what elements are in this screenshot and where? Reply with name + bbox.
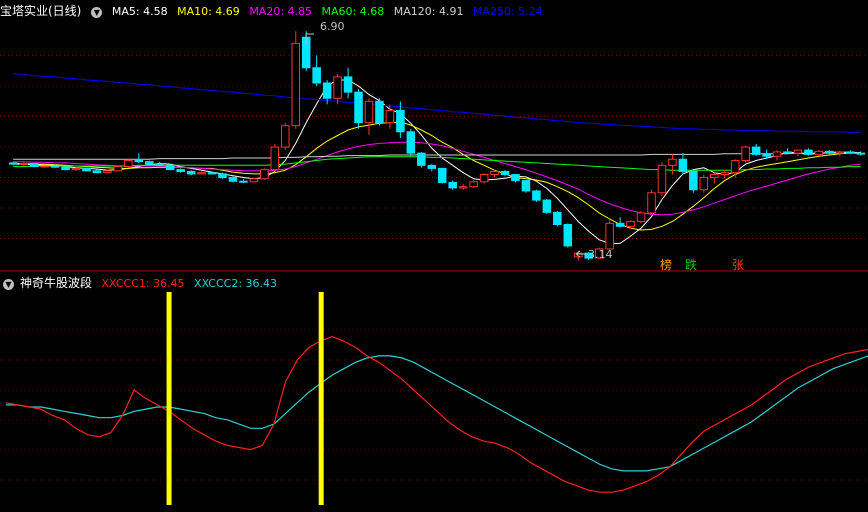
candlestick bbox=[92, 169, 102, 174]
candlestick bbox=[281, 122, 290, 151]
ma-line-ma250 bbox=[13, 73, 861, 133]
candlestick bbox=[563, 223, 573, 248]
signal-bar bbox=[318, 292, 324, 505]
candlestick bbox=[144, 160, 154, 166]
ma-line-ma10 bbox=[13, 121, 861, 231]
ma120-label: MA120: 4.91 bbox=[393, 5, 464, 18]
candlestick bbox=[165, 164, 175, 171]
kline-chart-canvas[interactable]: 6.90 3.14 bbox=[0, 0, 868, 512]
candlestick bbox=[793, 149, 803, 157]
candlestick bbox=[61, 166, 70, 171]
xxccc2-label: XXCCC2: 36.43 bbox=[194, 277, 278, 290]
candlestick bbox=[218, 172, 227, 179]
candlestick bbox=[82, 167, 91, 172]
moving-average-lines bbox=[13, 73, 861, 244]
ma250-label: MA250: 5.24 bbox=[472, 5, 543, 18]
candlestick bbox=[19, 162, 28, 166]
candlestick bbox=[291, 31, 301, 129]
candlestick bbox=[448, 180, 457, 190]
xxccc1-label: XXCCC1: 36.45 bbox=[101, 277, 185, 290]
candlestick bbox=[615, 217, 625, 228]
chevron-down-icon[interactable]: ▼ bbox=[3, 278, 14, 290]
candlestick bbox=[124, 159, 133, 168]
candlestick bbox=[406, 128, 416, 157]
candlestick bbox=[364, 98, 374, 135]
ma10-label: MA10: 4.69 bbox=[177, 5, 240, 18]
candlestick bbox=[40, 165, 49, 168]
candlestick bbox=[657, 162, 667, 196]
candlestick bbox=[71, 167, 81, 171]
indicator-title: 神奇牛股波段 bbox=[20, 276, 93, 290]
candlestick bbox=[103, 170, 112, 174]
candlestick bbox=[186, 170, 196, 176]
candlestick bbox=[699, 174, 709, 193]
candlestick bbox=[605, 220, 614, 251]
candlestick bbox=[458, 183, 468, 190]
indicator-panel-header: ▼ 神奇牛股波段 XXCCC1: 36.45 XXCCC2: 36.43 bbox=[0, 273, 283, 293]
candlestick bbox=[710, 172, 719, 184]
candlestick bbox=[113, 165, 123, 172]
candlestick bbox=[333, 73, 342, 105]
candlestick bbox=[343, 67, 353, 99]
candlestick bbox=[500, 170, 510, 177]
candlestick bbox=[228, 176, 238, 183]
candlestick bbox=[542, 198, 552, 215]
ma20-label: MA20: 4.85 bbox=[249, 5, 313, 18]
candlestick bbox=[553, 211, 562, 227]
candlestick bbox=[437, 167, 447, 184]
candlestick bbox=[197, 171, 206, 175]
candlestick bbox=[636, 211, 646, 224]
signal-bars bbox=[166, 292, 324, 505]
candlestick bbox=[417, 151, 426, 168]
candlestick bbox=[479, 173, 489, 184]
candlestick bbox=[239, 179, 248, 184]
candlestick bbox=[511, 173, 520, 183]
candlestick bbox=[134, 153, 144, 163]
candlestick bbox=[804, 148, 813, 156]
candlestick bbox=[835, 150, 845, 157]
candlestick bbox=[741, 145, 750, 163]
badge-rank[interactable]: 榜 bbox=[659, 258, 673, 272]
candlestick bbox=[260, 168, 269, 180]
candlestick bbox=[856, 151, 866, 156]
candlestick bbox=[532, 189, 541, 202]
candlestick bbox=[385, 104, 395, 129]
candlestick bbox=[678, 153, 688, 175]
high-marker: 6.90 bbox=[305, 20, 345, 44]
low-marker: 3.14 bbox=[575, 248, 613, 261]
candlestick bbox=[521, 179, 531, 193]
candlestick bbox=[155, 161, 164, 166]
candlestick bbox=[427, 164, 437, 172]
candlestick bbox=[270, 144, 280, 172]
high-price-label: 6.90 bbox=[320, 20, 345, 33]
price-panel-header: 宝塔实业(日线) ▼ MA5: 4.58 MA10: 4.69 MA20: 4.8… bbox=[0, 1, 549, 21]
candlestick bbox=[354, 89, 363, 129]
stock-title: 宝塔实业(日线) bbox=[0, 4, 82, 18]
candlestick bbox=[689, 170, 698, 193]
ma5-label: MA5: 4.58 bbox=[111, 5, 168, 18]
candlestick bbox=[720, 170, 730, 179]
candlestick bbox=[29, 162, 39, 168]
candlestick bbox=[751, 144, 761, 157]
xxccc2-line bbox=[6, 355, 868, 472]
candlesticks bbox=[8, 31, 866, 261]
candlestick bbox=[730, 159, 740, 178]
candlestick bbox=[375, 98, 384, 126]
candlestick bbox=[772, 150, 782, 161]
candlestick bbox=[249, 177, 259, 183]
candlestick bbox=[783, 148, 792, 155]
candlestick bbox=[312, 55, 321, 87]
chevron-down-icon[interactable]: ▼ bbox=[91, 6, 103, 18]
signal-bar bbox=[166, 292, 172, 505]
badge-fall[interactable]: 跌 bbox=[684, 258, 698, 272]
candlestick bbox=[176, 168, 185, 173]
low-price-label: 3.14 bbox=[588, 248, 613, 261]
candlestick bbox=[814, 150, 824, 156]
candlestick bbox=[469, 179, 478, 188]
candlestick bbox=[647, 189, 656, 215]
candlestick bbox=[8, 161, 18, 166]
candlestick bbox=[668, 154, 677, 175]
badge-rise[interactable]: 张 bbox=[731, 258, 745, 272]
ma60-label: MA60: 4.68 bbox=[321, 5, 385, 18]
